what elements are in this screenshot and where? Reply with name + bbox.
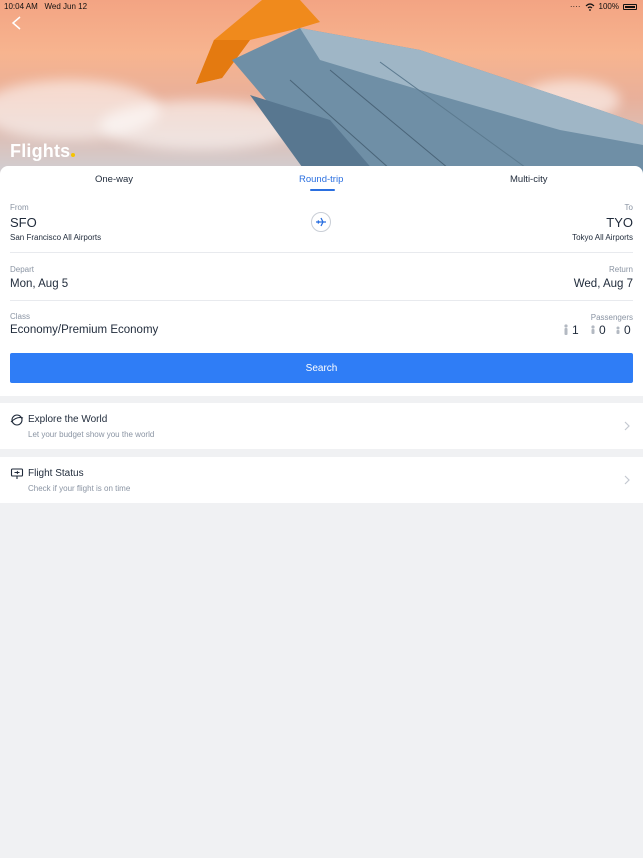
to-label: To	[624, 203, 633, 212]
depart-date[interactable]: Mon, Aug 5	[10, 278, 68, 290]
flight-status-title: Flight Status	[28, 468, 84, 479]
airplane-wing-image	[196, 0, 643, 178]
child-count: 0	[599, 323, 606, 337]
flight-status-board-icon	[10, 468, 24, 479]
infant-count: 0	[624, 323, 631, 337]
divider	[10, 300, 633, 301]
hero-banner: 10:04 AM Wed Jun 12 ···· 100% Flights	[0, 0, 643, 178]
depart-label: Depart	[10, 265, 35, 274]
battery-icon	[623, 3, 637, 10]
status-bar: 10:04 AM Wed Jun 12 ···· 100%	[0, 0, 643, 14]
return-date[interactable]: Wed, Aug 7	[574, 278, 633, 290]
to-airport-code[interactable]: TYO	[606, 215, 633, 230]
chevron-right-icon	[624, 421, 630, 431]
divider	[10, 252, 633, 253]
status-date-text: Wed Jun 12	[44, 2, 88, 11]
trip-type-tabs: One-way Round-trip Multi-city	[0, 166, 643, 192]
back-button[interactable]	[10, 15, 30, 35]
explore-subtitle: Let your budget show you the world	[28, 430, 155, 439]
from-airport-code[interactable]: SFO	[10, 215, 37, 230]
adult-passenger-count[interactable]: 1	[563, 323, 579, 337]
class-label: Class	[10, 312, 31, 321]
chevron-left-icon	[11, 16, 21, 30]
flight-status-subtitle: Check if your flight is on time	[28, 484, 131, 493]
signal-icon: ····	[569, 2, 581, 11]
tab-multi-city[interactable]: Multi-city	[510, 174, 547, 185]
search-button[interactable]: Search	[10, 353, 633, 383]
flight-status-row[interactable]: Flight Status Check if your flight is on…	[0, 457, 643, 503]
passengers-label: Passengers	[590, 313, 633, 322]
status-time: 10:04 AM Wed Jun 12	[4, 2, 87, 11]
child-passenger-count[interactable]: 0	[590, 323, 606, 337]
status-right: ···· 100%	[570, 2, 637, 11]
wifi-icon	[585, 2, 594, 11]
infant-passenger-count[interactable]: 0	[615, 323, 631, 337]
child-icon	[591, 325, 595, 334]
title-dot-decoration	[71, 153, 76, 157]
adult-icon	[564, 324, 568, 335]
to-airport-name[interactable]: Tokyo All Airports	[572, 233, 633, 242]
adult-count: 1	[572, 323, 579, 337]
explore-the-world-row[interactable]: Explore the World Let your budget show y…	[0, 403, 643, 449]
explore-title: Explore the World	[28, 414, 108, 425]
battery-percent: 100%	[598, 2, 619, 11]
page-title-text: Flights	[10, 141, 71, 161]
from-label: From	[10, 203, 29, 212]
flight-search-card: One-way Round-trip Multi-city From SFO S…	[0, 166, 643, 396]
class-value[interactable]: Economy/Premium Economy	[10, 324, 158, 336]
active-tab-indicator	[310, 189, 335, 191]
tab-round-trip[interactable]: Round-trip	[299, 174, 343, 185]
globe-icon	[10, 414, 24, 426]
return-label: Return	[608, 265, 633, 274]
from-airport-name[interactable]: San Francisco All Airports	[10, 233, 101, 242]
page-title: Flights	[10, 141, 76, 162]
tab-one-way[interactable]: One-way	[95, 174, 133, 185]
swap-airports-button[interactable]	[311, 212, 331, 232]
chevron-right-icon	[624, 475, 630, 485]
infant-icon	[616, 326, 620, 334]
airplane-icon	[316, 217, 326, 227]
status-time-text: 10:04 AM	[4, 2, 38, 11]
